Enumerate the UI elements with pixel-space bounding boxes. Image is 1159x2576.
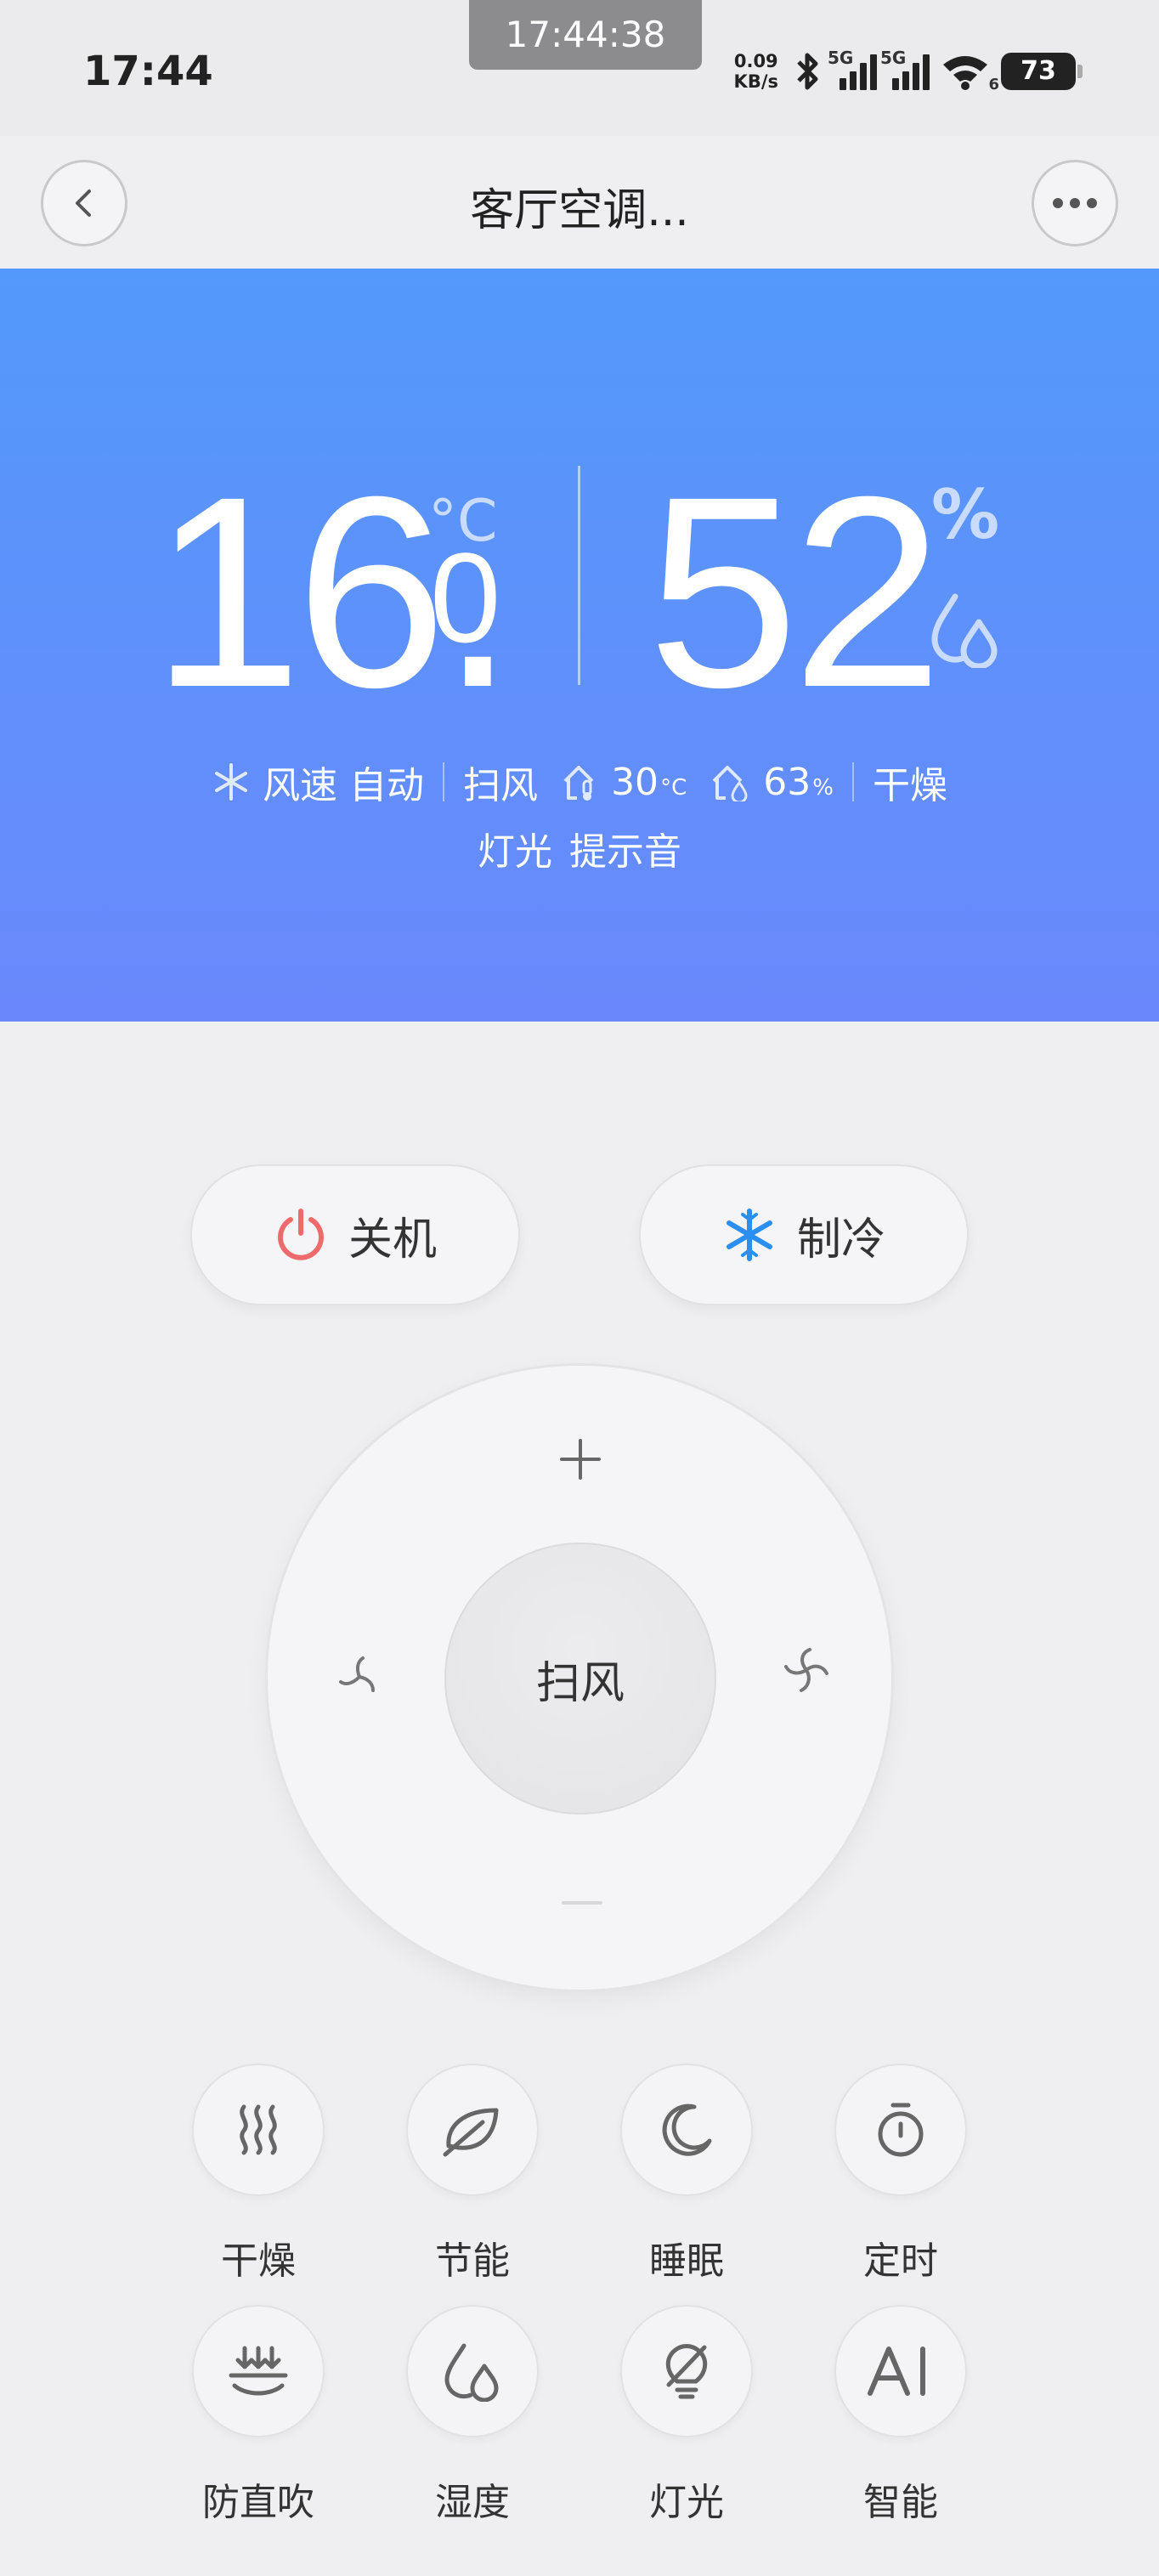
ai-icon [868,2347,925,2396]
wind-speed-info: 风速 自动 [212,755,424,809]
home-humidity-icon [712,766,748,801]
fan-speed-down-icon[interactable] [336,1653,383,1701]
humidity-unit: % [931,475,1000,554]
hero-divider [578,466,580,685]
wind-speed-value: 自动 [349,764,425,807]
wind-speed-label: 风速 [263,764,338,807]
mode-label: 制冷 [796,1214,885,1265]
cell-signal-2-icon: 5G [880,48,930,90]
outdoor-temp-info: 30°C [562,761,687,804]
wifi-sub: 6 [988,76,999,93]
light-button[interactable] [620,2305,753,2437]
heat-waves-icon [240,2104,277,2155]
humidity-drops-icon [444,2343,499,2402]
battery-indicator: 73 [1001,53,1083,90]
swing-button[interactable]: 扫风 [444,1543,716,1815]
swing-status: 扫风 [463,764,539,807]
status-info-row: 风速 自动 扫风 30°C 63% 干燥 [0,755,1159,809]
info-separator [851,762,854,801]
sleep-button[interactable] [620,2064,753,2196]
status-hero: 16. °C 0 52 % 风速 自动 扫风 30°C 63% 干燥 灯光 提示… [0,269,1159,1022]
status-bar: 17:44 17:44:38 0.09 KB/s 5G 5G 6 73 [0,0,1159,136]
home-thermometer-icon [563,766,594,801]
function-sleep[interactable]: 睡眠 [610,2064,763,2284]
function-timer[interactable]: 定时 [824,2064,977,2284]
power-icon [278,1209,324,1260]
page-title: 客厅空调... [470,185,689,236]
function-ai[interactable]: 智能 [824,2305,977,2526]
temperature-dial[interactable]: 扫风 [265,1363,894,1992]
status-icons: 0.09 KB/s 5G 5G 6 73 [734,46,1083,97]
snowflake-icon [726,1209,772,1261]
eco-button[interactable] [406,2064,539,2196]
dry-status: 干燥 [872,764,947,807]
function-dry[interactable]: 干燥 [182,2064,335,2284]
function-anti-direct[interactable]: 防直吹 [182,2305,335,2526]
ai-button[interactable] [834,2305,967,2437]
power-button[interactable]: 关机 [190,1164,520,1305]
bluetooth-icon [797,53,818,90]
function-label: 干燥 [221,2239,296,2283]
swing-info: 扫风 [463,755,538,809]
function-label: 湿度 [435,2481,510,2524]
indoor-humidity-unit: % [812,774,834,801]
function-label: 灯光 [649,2481,724,2524]
dry-button[interactable] [192,2064,325,2196]
screen-record-timer[interactable]: 17:44:38 [469,0,702,70]
power-label: 关机 [348,1214,437,1265]
light-status: 灯光 [478,830,552,874]
anti-direct-wind-icon [229,2346,288,2396]
net-speed-unit: KB/s [733,71,778,92]
temperature-decimal: 0 [430,526,501,669]
outdoor-temp-unit: °C [660,774,687,801]
mode-button[interactable]: 制冷 [639,1164,969,1305]
function-humidity[interactable]: 湿度 [396,2305,549,2526]
fan-speed-up-icon[interactable] [781,1645,832,1696]
sim2-tag: 5G [880,48,907,68]
net-speed-value: 0.09 [733,51,778,71]
wifi-icon: 6 [941,53,999,93]
sim1-tag: 5G [828,48,854,68]
function-label: 定时 [863,2239,938,2283]
moon-icon [662,2103,712,2156]
status-info-row-2: 灯光 提示音 [0,821,1159,875]
function-label: 防直吹 [202,2481,314,2524]
status-clock: 17:44 [83,48,213,95]
light-bulb-off-icon [665,2344,708,2399]
function-label: 智能 [863,2481,938,2524]
more-dots-icon [1053,198,1097,208]
humidity-button[interactable] [406,2305,539,2437]
leaf-icon [443,2108,499,2157]
function-label: 睡眠 [649,2239,724,2283]
snowflake-icon [215,763,248,801]
info-separator [443,762,445,801]
indoor-humidity-value: 63 [763,760,811,804]
timer-icon [878,2103,924,2157]
outdoor-temp-value: 30 [611,760,659,804]
anti-direct-button[interactable] [192,2305,325,2437]
beep-status: 提示音 [569,830,681,874]
current-humidity: 52 [647,439,943,744]
temp-down-button[interactable] [562,1901,602,1905]
cell-signal-1-icon: 5G [828,48,877,90]
timer-button[interactable] [834,2064,967,2196]
function-eco[interactable]: 节能 [396,2064,549,2284]
more-button[interactable] [1032,160,1118,246]
temp-up-button[interactable] [555,1434,606,1485]
net-speed: 0.09 KB/s [734,51,778,92]
dry-info: 干燥 [873,755,947,809]
humidity-drops-icon [931,593,998,668]
function-light[interactable]: 灯光 [610,2305,763,2526]
indoor-humidity-info: 63% [710,761,834,804]
function-label: 节能 [435,2239,510,2283]
